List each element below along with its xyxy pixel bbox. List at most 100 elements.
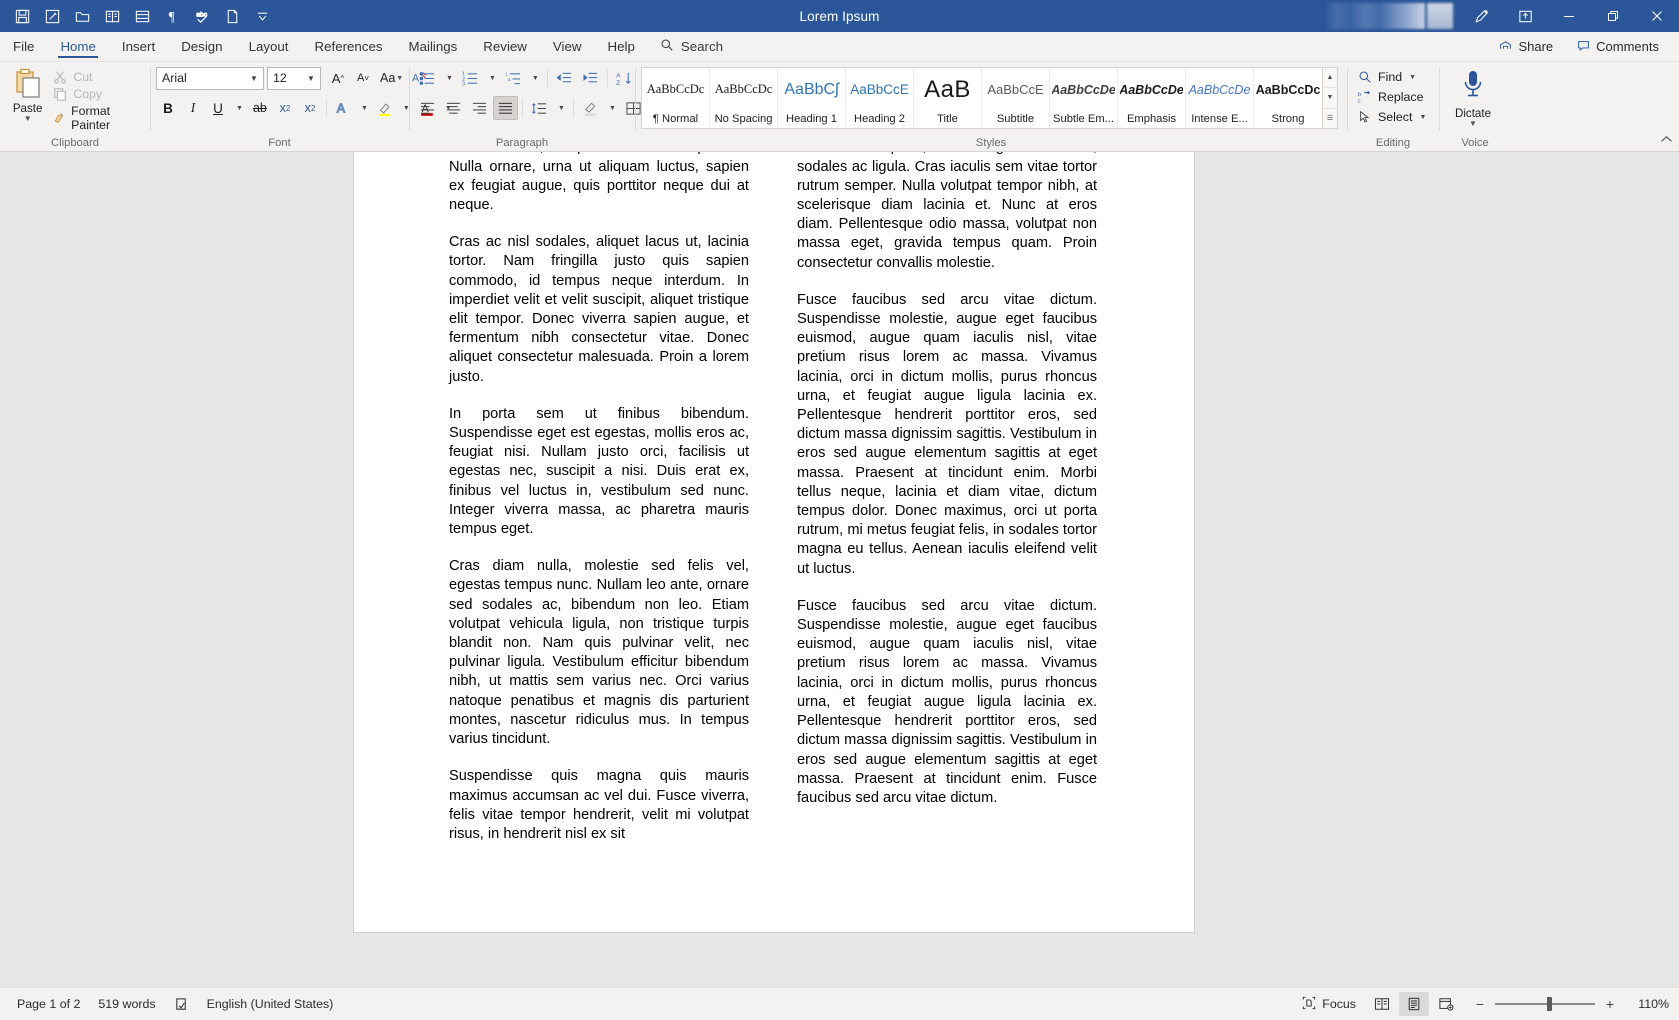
subscript-button[interactable]: x2 [273, 96, 297, 120]
tab-help[interactable]: Help [595, 32, 648, 61]
zoom-slider-thumb[interactable] [1547, 997, 1552, 1011]
font-family-combo[interactable]: Arial ▼ [156, 66, 264, 90]
bullets-button[interactable] [415, 66, 440, 90]
customize-quick-access-icon[interactable] [248, 3, 276, 29]
page-indicator[interactable]: Page 1 of 2 [8, 994, 89, 1014]
new-document-icon[interactable] [218, 3, 246, 29]
text-effects-button[interactable]: A [331, 96, 355, 120]
underline-dropdown-caret[interactable]: ▼ [231, 96, 247, 120]
bullets-caret[interactable]: ▼ [441, 66, 457, 90]
web-layout-view-button[interactable] [1431, 992, 1461, 1016]
search-input[interactable]: Search [648, 32, 733, 61]
document-page[interactable]: Maecenas felis urna, fermentum et quam q… [354, 152, 1194, 932]
document-column-right[interactable]: amet ante. Maecenas quis dignissim ex. A… [797, 152, 1097, 862]
multilevel-list-button[interactable]: 1 a [501, 66, 526, 90]
italic-button[interactable]: I [181, 96, 205, 120]
style-subtitle[interactable]: AaBbCcE Subtitle [982, 68, 1050, 128]
document-column-left[interactable]: Maecenas felis urna, fermentum et quam q… [449, 152, 749, 862]
zoom-in-button[interactable]: + [1603, 996, 1617, 1012]
zoom-level-label[interactable]: 110% [1633, 997, 1669, 1011]
tab-references[interactable]: References [302, 32, 396, 61]
spelling-check-icon[interactable]: abc [188, 3, 216, 29]
align-left-button[interactable] [415, 96, 440, 120]
text-highlight-color-button[interactable] [373, 96, 397, 120]
tab-review[interactable]: Review [470, 32, 540, 61]
style-strong[interactable]: AaBbCcDc Strong [1254, 68, 1322, 128]
increase-indent-button[interactable] [578, 66, 603, 90]
chevron-down-icon[interactable]: ▼ [304, 74, 318, 83]
font-size-combo[interactable]: 12 ▼ [267, 66, 321, 90]
styles-more-icon[interactable]: ☰ [1323, 109, 1337, 128]
tab-file[interactable]: File [0, 32, 47, 61]
ink-pen-icon[interactable] [1459, 0, 1503, 32]
dictate-dropdown-caret[interactable]: ▼ [1469, 120, 1477, 128]
zoom-out-button[interactable]: − [1473, 996, 1487, 1012]
focus-mode-button[interactable]: Focus [1293, 993, 1365, 1016]
proofing-errors-icon[interactable] [165, 994, 198, 1015]
read-mode-icon[interactable] [98, 3, 126, 29]
format-painter-button[interactable]: Format Painter [49, 103, 144, 133]
increase-font-size-button[interactable]: A ^ [326, 66, 350, 90]
print-layout-view-button[interactable] [1399, 992, 1429, 1016]
minimize-button[interactable] [1547, 0, 1591, 32]
zoom-slider[interactable] [1495, 997, 1595, 1011]
tab-insert[interactable]: Insert [109, 32, 168, 61]
tab-mailings[interactable]: Mailings [396, 32, 471, 61]
align-center-button[interactable] [441, 96, 466, 120]
styles-scroll-up-icon[interactable]: ▲ [1323, 68, 1337, 89]
collapse-ribbon-icon[interactable] [1660, 135, 1673, 147]
shading-button[interactable] [578, 96, 603, 120]
style-normal[interactable]: AaBbCcDc ¶ Normal [642, 68, 710, 128]
numbering-caret[interactable]: ▼ [484, 66, 500, 90]
close-button[interactable] [1635, 0, 1679, 32]
language-indicator[interactable]: English (United States) [198, 994, 343, 1014]
bold-button[interactable]: B [156, 96, 180, 120]
style-heading-1[interactable]: AaBbCʃ Heading 1 [778, 68, 846, 128]
style-emphasis[interactable]: AaBbCcDe Emphasis [1118, 68, 1186, 128]
align-right-button[interactable] [467, 96, 492, 120]
save-icon[interactable] [8, 3, 36, 29]
tab-layout[interactable]: Layout [236, 32, 302, 61]
ribbon-display-options-icon[interactable] [1503, 0, 1547, 32]
tab-home[interactable]: Home [47, 32, 108, 61]
decrease-indent-button[interactable] [552, 66, 577, 90]
numbering-button[interactable]: 1 2 3 [458, 66, 483, 90]
underline-button[interactable]: U [206, 96, 230, 120]
open-folder-icon[interactable] [68, 3, 96, 29]
find-button[interactable]: Find ▼ [1353, 68, 1431, 86]
decrease-font-size-button[interactable]: A ˅ [351, 66, 375, 90]
dictate-button[interactable]: Dictate ▼ [1445, 65, 1501, 128]
replace-button[interactable]: b c Replace [1353, 88, 1431, 106]
tab-design[interactable]: Design [168, 32, 235, 61]
print-layout-icon[interactable] [128, 3, 156, 29]
share-button[interactable]: Share [1489, 35, 1563, 59]
styles-scroll-down-icon[interactable]: ▼ [1323, 88, 1337, 109]
restore-button[interactable] [1591, 0, 1635, 32]
tab-view[interactable]: View [540, 32, 595, 61]
line-spacing-caret[interactable]: ▼ [553, 96, 569, 120]
style-title[interactable]: AaB Title [914, 68, 982, 128]
paste-button[interactable]: Paste ▼ [6, 65, 49, 123]
styles-gallery-scrollbar[interactable]: ▲ ▼ ☰ [1323, 67, 1338, 129]
sort-button[interactable]: A Z [612, 66, 637, 90]
strikethrough-button[interactable]: ab [248, 96, 272, 120]
word-count[interactable]: 519 words [89, 994, 164, 1014]
multilevel-caret[interactable]: ▼ [527, 66, 543, 90]
style-intense-emphasis[interactable]: AaBbCcDe Intense E... [1186, 68, 1254, 128]
paragraph-marks-icon[interactable]: ¶ [158, 3, 186, 29]
document-canvas[interactable]: Maecenas felis urna, fermentum et quam q… [0, 152, 1679, 987]
comments-button[interactable]: Comments [1567, 35, 1669, 59]
copy-button[interactable]: Copy [49, 86, 144, 102]
cut-button[interactable]: Cut [49, 69, 144, 85]
style-subtle-emphasis[interactable]: AaBbCcDe Subtle Em... [1050, 68, 1118, 128]
select-button[interactable]: Select ▼ [1353, 108, 1431, 126]
style-heading-2[interactable]: AaBbCcE Heading 2 [846, 68, 914, 128]
chevron-down-icon[interactable]: ▼ [247, 74, 261, 83]
style-no-spacing[interactable]: AaBbCcDc No Spacing [710, 68, 778, 128]
shading-caret[interactable]: ▼ [604, 96, 620, 120]
change-case-button[interactable]: Aa ▼ [376, 66, 407, 90]
paste-dropdown-caret[interactable]: ▼ [24, 115, 32, 123]
justify-button[interactable] [493, 96, 518, 120]
read-mode-view-button[interactable] [1367, 992, 1397, 1016]
superscript-button[interactable]: x2 [298, 96, 322, 120]
